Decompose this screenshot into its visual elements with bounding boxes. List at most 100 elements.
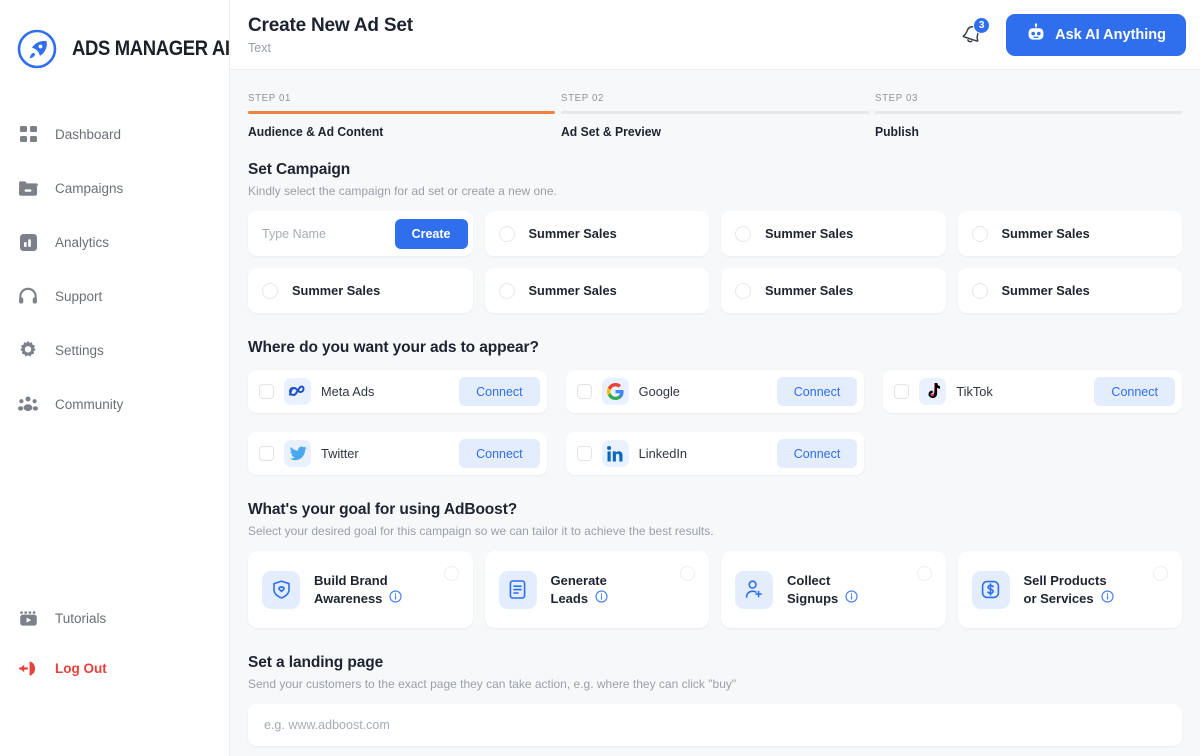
sidebar-item-campaigns[interactable]: Campaigns <box>0 172 229 204</box>
goal-line2: Leads <box>550 590 589 606</box>
platform-meta[interactable]: Meta Ads Connect <box>248 370 547 413</box>
sidebar-item-label: Tutorials <box>55 610 107 626</box>
goal-line1: Collect <box>787 572 831 588</box>
platform-google[interactable]: Google Connect <box>565 370 865 413</box>
step-progress-bar <box>248 111 556 114</box>
goal-radio[interactable] <box>916 566 932 581</box>
sidebar-nav-primary: Dashboard Campaigns Analytics Support Se… <box>0 118 229 442</box>
platform-checkbox[interactable] <box>576 384 592 399</box>
landing-url-placeholder: e.g. www.adboost.com <box>264 718 390 732</box>
sidebar-item-support[interactable]: Support <box>0 280 229 312</box>
campaign-radio[interactable] <box>262 282 278 299</box>
campaign-option[interactable]: Summer Sales <box>721 211 946 256</box>
step-03[interactable]: STEP 03 Publish <box>874 92 1182 139</box>
sidebar-item-logout[interactable]: Log Out <box>0 652 229 684</box>
section-subtitle: Send your customers to the exact page th… <box>248 677 737 691</box>
user-plus-icon <box>735 570 773 609</box>
platform-tiktok[interactable]: TikTok Connect <box>883 370 1182 413</box>
step-label: Audience & Ad Content <box>248 124 384 139</box>
platform-label: LinkedIn <box>638 446 688 461</box>
stepper: STEP 01 Audience & Ad Content STEP 02 Ad… <box>248 70 1182 139</box>
goal-sell-products-or-services[interactable]: Sell Products or Services <box>957 551 1182 628</box>
connect-button[interactable]: Connect <box>776 439 858 468</box>
page-subtitle: Text <box>248 40 271 55</box>
info-icon[interactable] <box>1101 589 1114 608</box>
title-block: Create New Ad Set Text <box>248 15 954 55</box>
goal-line2: Awareness <box>314 590 383 606</box>
campaign-radio[interactable] <box>498 225 515 242</box>
goal-radio[interactable] <box>443 566 459 581</box>
campaign-option[interactable]: Summer Sales <box>248 268 473 313</box>
platform-checkbox[interactable] <box>576 446 592 461</box>
campaign-name-input[interactable]: Type Name <box>262 227 326 241</box>
gear-icon <box>17 339 39 361</box>
grid-icon <box>17 123 39 145</box>
section-subtitle: Select your desired goal for this campai… <box>248 524 714 538</box>
campaign-grid: Type Name Create Summer Sales Summer Sal… <box>248 211 1182 313</box>
campaign-radio[interactable] <box>735 282 751 299</box>
connect-button[interactable]: Connect <box>776 377 858 406</box>
platform-twitter[interactable]: Twitter Connect <box>248 432 547 475</box>
sidebar-item-tutorials[interactable]: Tutorials <box>0 602 229 634</box>
folder-icon <box>17 177 39 199</box>
campaign-option[interactable]: Summer Sales <box>721 268 946 313</box>
platform-section: Where do you want your ads to appear? Me… <box>248 339 1182 475</box>
create-button[interactable]: Create <box>394 218 468 249</box>
twitter-icon <box>284 440 311 467</box>
goal-text: Collect Signups <box>787 572 858 608</box>
sidebar-item-community[interactable]: Community <box>0 388 229 420</box>
goal-radio[interactable] <box>680 566 695 581</box>
platform-checkbox[interactable] <box>259 446 274 461</box>
goal-generate-leads[interactable]: Generate Leads <box>484 551 709 628</box>
info-icon[interactable] <box>595 589 608 608</box>
campaign-option[interactable]: Summer Sales <box>484 268 709 313</box>
step-02[interactable]: STEP 02 Ad Set & Preview <box>561 92 869 139</box>
sidebar-item-settings[interactable]: Settings <box>0 334 229 366</box>
platform-grid: Meta Ads Connect Google Connect TikTok C… <box>248 370 1182 475</box>
info-icon[interactable] <box>389 589 403 608</box>
landing-url-input[interactable]: e.g. www.adboost.com <box>248 704 1182 746</box>
goal-collect-signups[interactable]: Collect Signups <box>721 551 946 628</box>
goal-line2: or Services <box>1023 590 1094 606</box>
create-campaign-card: Type Name Create <box>248 211 473 256</box>
bar-chart-icon <box>17 231 39 253</box>
platform-grid-empty-cell <box>883 432 1182 475</box>
connect-button[interactable]: Connect <box>459 439 540 468</box>
sidebar-item-analytics[interactable]: Analytics <box>0 226 229 258</box>
ask-ai-label: Ask AI Anything <box>1055 26 1166 43</box>
step-01[interactable]: STEP 01 Audience & Ad Content <box>248 92 556 139</box>
campaign-radio[interactable] <box>971 282 988 299</box>
platform-checkbox[interactable] <box>259 384 274 399</box>
goal-line2: Signups <box>787 590 839 606</box>
set-campaign-section: Set Campaign Kindly select the campaign … <box>248 161 1182 313</box>
notification-badge: 3 <box>973 16 991 34</box>
sidebar-item-label: Settings <box>55 342 104 358</box>
brand: ADS MANAGER AI <box>0 0 230 72</box>
platform-checkbox[interactable] <box>894 384 910 399</box>
platform-label: TikTok <box>956 384 993 399</box>
campaign-option[interactable]: Summer Sales <box>484 211 709 256</box>
campaign-radio[interactable] <box>971 225 988 242</box>
goal-grid: Build Brand Awareness Generate Leads Col… <box>248 551 1182 628</box>
platform-linkedin[interactable]: LinkedIn Connect <box>565 432 865 475</box>
sidebar-item-dashboard[interactable]: Dashboard <box>0 118 229 150</box>
step-number: STEP 02 <box>561 92 605 104</box>
campaign-radio[interactable] <box>735 225 751 242</box>
top-bar: Create New Ad Set Text 3 Ask AI Anything <box>230 0 1200 70</box>
goal-line1: Build Brand <box>314 572 388 588</box>
goal-radio[interactable] <box>1153 566 1168 581</box>
connect-button[interactable]: Connect <box>1094 377 1175 406</box>
platform-label: Google <box>638 384 680 399</box>
campaign-option[interactable]: Summer Sales <box>957 211 1182 256</box>
connect-button[interactable]: Connect <box>459 377 540 406</box>
campaign-option[interactable]: Summer Sales <box>957 268 1182 313</box>
info-icon[interactable] <box>845 589 858 608</box>
campaign-label: Summer Sales <box>292 283 381 298</box>
sidebar-item-label: Analytics <box>55 234 110 250</box>
ask-ai-button[interactable]: Ask AI Anything <box>1006 13 1186 56</box>
step-number: STEP 03 <box>874 92 918 104</box>
notification-bell[interactable]: 3 <box>954 16 991 52</box>
campaign-radio[interactable] <box>498 282 515 299</box>
goal-line2-row: Awareness <box>314 589 403 608</box>
goal-build-brand-awareness[interactable]: Build Brand Awareness <box>248 551 473 628</box>
